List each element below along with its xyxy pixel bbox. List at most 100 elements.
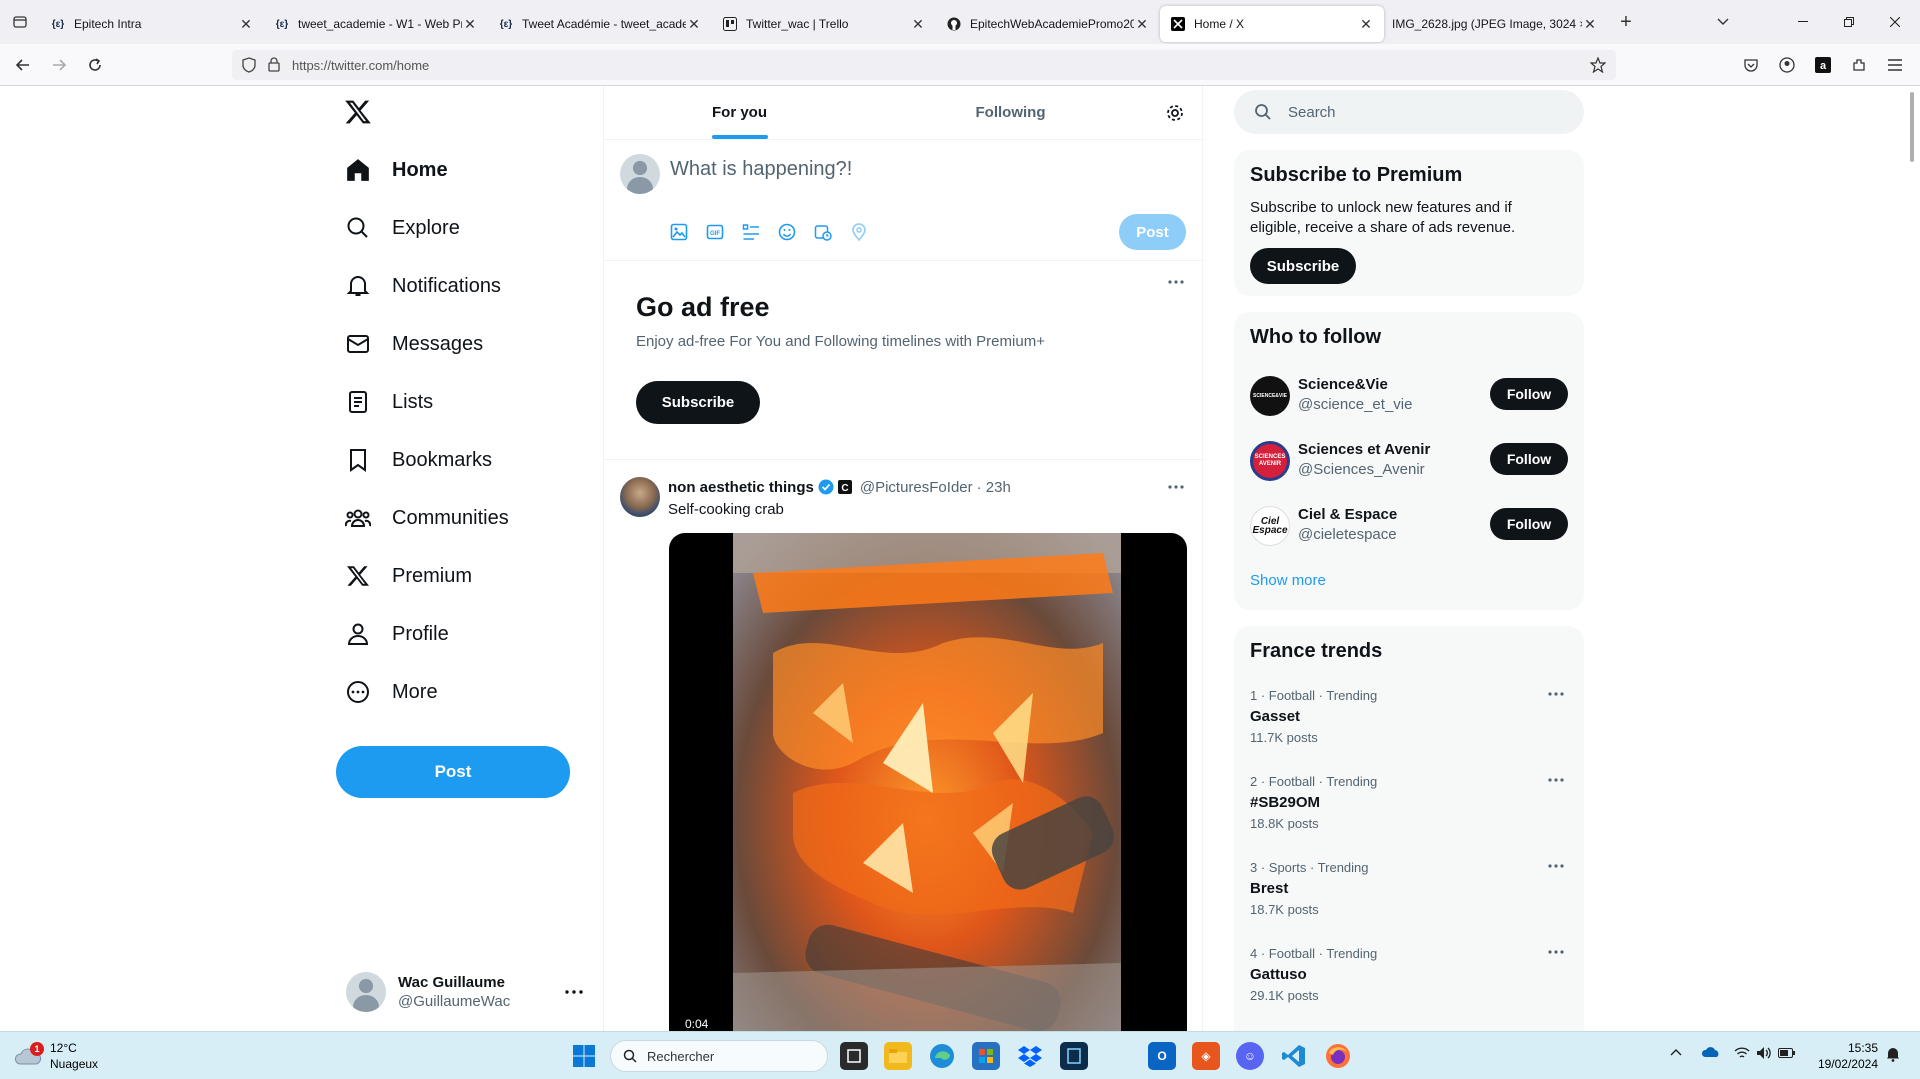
browser-tab-active[interactable]: Home / X ✕	[1160, 6, 1384, 42]
discord-icon[interactable]: ☺	[1236, 1042, 1264, 1070]
follow-button[interactable]: Follow	[1490, 378, 1568, 410]
weather-widget[interactable]: 1 12°C Nuageux	[14, 1038, 98, 1074]
page-scrollbar[interactable]	[1910, 92, 1914, 162]
tweet-author-avatar[interactable]	[620, 477, 660, 517]
tab-list-button[interactable]	[0, 0, 40, 44]
amazon-extension-icon[interactable]: a	[1810, 52, 1836, 78]
nav-notifications[interactable]: Notifications	[344, 264, 501, 308]
restore-icon[interactable]	[1826, 0, 1872, 44]
show-more-link[interactable]: Show more	[1250, 572, 1326, 589]
reload-icon[interactable]	[82, 52, 108, 78]
nav-bookmarks[interactable]: Bookmarks	[344, 438, 492, 482]
system-clock[interactable]: 15:35 19/02/2024	[1798, 1040, 1878, 1072]
tab-close-icon[interactable]: ✕	[1134, 16, 1150, 33]
account-switcher[interactable]: Wac Guillaume @GuillaumeWac	[346, 962, 586, 1022]
pocket-icon[interactable]	[1738, 52, 1764, 78]
firefox-icon[interactable]	[1324, 1042, 1352, 1070]
schedule-icon[interactable]	[813, 222, 833, 242]
x-logo-icon[interactable]	[344, 98, 372, 126]
tab-overflow-chevron-icon[interactable]	[1700, 0, 1746, 44]
tab-close-icon[interactable]: ✕	[462, 16, 478, 33]
forward-arrow-icon[interactable]	[46, 52, 72, 78]
trend-item[interactable]: 4 · Football · Trending Gattuso 29.1K po…	[1250, 936, 1568, 1022]
back-arrow-icon[interactable]	[10, 52, 36, 78]
vscode-icon[interactable]	[1280, 1042, 1308, 1070]
follow-suggestion[interactable]: SCIENCE&VIE Science&Vie @science_et_vie …	[1250, 366, 1568, 426]
compose-post-button[interactable]: Post	[1119, 214, 1186, 250]
dropbox-icon[interactable]	[1016, 1042, 1044, 1070]
windows-start-icon[interactable]	[572, 1044, 596, 1068]
account-icon[interactable]	[1774, 52, 1800, 78]
battery-icon[interactable]	[1778, 1047, 1796, 1059]
onedrive-icon[interactable]	[1702, 1046, 1720, 1058]
tab-close-icon[interactable]: ✕	[238, 16, 254, 33]
nav-lists[interactable]: Lists	[344, 380, 433, 424]
search-bar[interactable]: Search	[1234, 90, 1584, 134]
taskbar-search-input[interactable]: Rechercher	[647, 1049, 714, 1064]
tab-for-you[interactable]: For you	[604, 86, 875, 139]
follow-button[interactable]: Follow	[1490, 508, 1568, 540]
edge-icon[interactable]	[928, 1042, 956, 1070]
more-dots-icon[interactable]	[1544, 942, 1568, 962]
tweet-author-handle[interactable]: @PicturesFoIder	[860, 479, 973, 496]
nav-more[interactable]: More	[344, 670, 438, 714]
nav-home[interactable]: Home	[344, 148, 448, 192]
taskbar-search[interactable]: Rechercher	[610, 1040, 828, 1072]
nav-profile[interactable]: Profile	[344, 612, 449, 656]
lock-icon[interactable]	[268, 57, 280, 72]
tweet-video[interactable]: 0:04	[669, 533, 1187, 1031]
minimize-icon[interactable]	[1780, 0, 1826, 44]
tab-close-icon[interactable]: ✕	[910, 16, 926, 33]
git-client-icon[interactable]: ◈	[1192, 1042, 1220, 1070]
nav-premium[interactable]: Premium	[344, 554, 472, 598]
menu-hamburger-icon[interactable]	[1882, 52, 1908, 78]
file-explorer-icon[interactable]	[884, 1042, 912, 1070]
search-input[interactable]: Search	[1288, 104, 1336, 121]
tab-close-icon[interactable]: ✕	[1582, 16, 1598, 33]
chevron-up-icon[interactable]	[1670, 1048, 1682, 1056]
browser-tab[interactable]: {ε} Tweet Académie - tweet_acader ✕	[488, 6, 712, 42]
post-button[interactable]: Post	[336, 746, 570, 798]
volume-icon[interactable]	[1756, 1046, 1772, 1060]
browser-tab[interactable]: {ε} Epitech Intra ✕	[40, 6, 264, 42]
address-bar[interactable]: https://twitter.com/home	[232, 50, 1616, 80]
more-dots-icon[interactable]	[1544, 856, 1568, 876]
trend-item[interactable]: 2 · Football · Trending #SB29OM 18.8K po…	[1250, 764, 1568, 850]
browser-tab[interactable]: {ε} tweet_academie - W1 - Web Pr ✕	[264, 6, 488, 42]
nav-messages[interactable]: Messages	[344, 322, 483, 366]
gif-icon[interactable]: GIF	[705, 222, 725, 242]
nav-communities[interactable]: Communities	[344, 496, 509, 540]
emoji-icon[interactable]	[777, 222, 797, 242]
outlook-icon[interactable]: O	[1148, 1042, 1176, 1070]
tweet-author-name[interactable]: non aesthetic things	[668, 479, 814, 496]
browser-tab[interactable]: IMG_2628.jpg (JPEG Image, 3024 × 4 ✕	[1384, 6, 1608, 42]
bookmark-star-icon[interactable]	[1590, 57, 1606, 73]
store-icon[interactable]	[972, 1042, 1000, 1070]
more-dots-icon[interactable]	[1544, 770, 1568, 790]
new-tab-button[interactable]: +	[1608, 11, 1644, 34]
follow-button[interactable]: Follow	[1490, 443, 1568, 475]
more-dots-icon[interactable]	[1164, 272, 1188, 292]
composer-input[interactable]: What is happening?!	[670, 158, 852, 181]
nav-explore[interactable]: Explore	[344, 206, 460, 250]
wifi-icon[interactable]	[1734, 1046, 1750, 1060]
media-image-icon[interactable]	[669, 222, 689, 242]
tab-close-icon[interactable]: ✕	[686, 16, 702, 33]
premium-subscribe-button[interactable]: Subscribe	[1250, 248, 1356, 284]
more-dots-icon[interactable]	[1544, 684, 1568, 704]
tab-following[interactable]: Following	[875, 86, 1146, 139]
more-dots-icon[interactable]	[562, 982, 586, 1002]
notification-bell-icon[interactable]	[1886, 1046, 1900, 1062]
browser-tab[interactable]: EpitechWebAcademiePromo20 ✕	[936, 6, 1160, 42]
ad-free-subscribe-button[interactable]: Subscribe	[636, 381, 760, 424]
browser-tab[interactable]: Twitter_wac | Trello ✕	[712, 6, 936, 42]
timeline-settings-gear-icon[interactable]	[1146, 86, 1204, 139]
location-icon[interactable]	[849, 222, 869, 242]
more-dots-icon[interactable]	[1164, 477, 1188, 497]
app-icon[interactable]	[1060, 1042, 1088, 1070]
poll-icon[interactable]	[741, 222, 761, 242]
task-view-icon[interactable]	[840, 1042, 868, 1070]
trend-item[interactable]: 3 · Sports · Trending Brest 18.7K posts	[1250, 850, 1568, 936]
tweet-time[interactable]: · 23h	[977, 479, 1011, 496]
extensions-icon[interactable]	[1846, 52, 1872, 78]
